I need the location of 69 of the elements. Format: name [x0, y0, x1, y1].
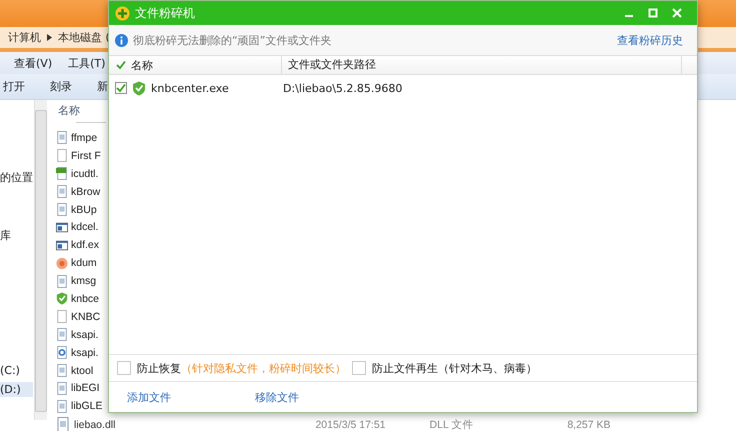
file-name[interactable]: kdf.ex [71, 239, 100, 252]
file-size: 8,257 KB [567, 418, 611, 430]
data-file-icon [56, 167, 68, 180]
select-all-checkbox[interactable] [115, 59, 127, 71]
file-name[interactable]: icudtl. [71, 168, 98, 180]
blank-file-icon [56, 310, 68, 324]
info-text: 彻底粉碎无法删除的“顽固”文件或文件夹 [133, 32, 332, 48]
file-name[interactable]: libGLE [71, 400, 103, 412]
file-name[interactable]: KNBC [71, 310, 100, 323]
column-header[interactable]: 文件或文件夹路径 [282, 56, 682, 74]
document-icon [56, 328, 68, 342]
minimize-icon [625, 15, 633, 17]
file-name[interactable]: ksapi. [71, 346, 98, 359]
action-link[interactable]: 添加文件 [127, 390, 171, 404]
row-checkbox[interactable] [115, 82, 127, 94]
option-checkbox[interactable] [117, 361, 131, 375]
nav-item[interactable]: (D:) [0, 382, 33, 397]
toolbar-button[interactable]: 新 [95, 79, 141, 94]
file-name[interactable]: knbce [71, 292, 100, 305]
file-name[interactable]: kBrow [71, 186, 100, 198]
blank-file-icon [56, 149, 68, 162]
disc-icon [56, 256, 68, 270]
file-name[interactable]: kdcel. [71, 221, 98, 234]
file-date: 2015/3/5 17:51 [315, 418, 386, 430]
nav-item[interactable]: (C:) [0, 363, 20, 378]
document-icon [56, 131, 68, 144]
breadcrumb-item[interactable]: 计算机 [8, 30, 41, 45]
file-name[interactable]: ffmpe [71, 132, 98, 144]
file-name[interactable]: kBUp [71, 204, 97, 216]
document-icon [56, 203, 68, 216]
shredder-logo-icon [115, 6, 130, 20]
option-label: 防止恢复（针对隐私文件，粉碎时间较长） [137, 360, 346, 376]
file-name: knbcenter.exe [151, 82, 229, 94]
file-name[interactable]: ktool [71, 364, 94, 377]
document-icon [56, 400, 68, 413]
column-header[interactable]: 名称 [109, 56, 282, 74]
chevron-right-icon [47, 34, 52, 41]
option-checkbox[interactable] [352, 361, 366, 375]
shield-icon [56, 292, 68, 306]
info-icon [115, 34, 128, 46]
file-type: DLL 文件 [430, 418, 474, 431]
history-link[interactable]: 查看粉碎历史 [617, 32, 683, 48]
action-link[interactable]: 移除文件 [255, 390, 299, 404]
maximize-icon [648, 8, 658, 18]
document-icon [56, 382, 68, 395]
file-name[interactable]: kmsg [71, 275, 96, 288]
document-icon [56, 185, 68, 198]
menu-item[interactable]: 查看(V) [14, 56, 52, 70]
option-label: 防止文件再生（针对木马、病毒） [372, 360, 537, 376]
toolbar-button[interactable]: 刻录 [48, 79, 94, 94]
nav-item[interactable]: 库 [0, 227, 11, 244]
file-name[interactable]: First F [71, 150, 101, 162]
window-icon [56, 220, 68, 234]
nav-item[interactable]: 的位置 [0, 169, 33, 186]
window-title: 文件粉碎机 [135, 4, 195, 22]
column-header[interactable]: 名称 [56, 100, 108, 120]
menu-item[interactable]: 工具(T) [68, 56, 106, 70]
file-path: D:\liebao\5.2.85.9680 [282, 82, 402, 94]
file-row[interactable]: liebao.dll 2015/3/5 17:51 DLL 文件 8,257 KB [56, 417, 611, 431]
close-icon [672, 8, 682, 18]
window-icon [56, 238, 68, 252]
toolbar-button[interactable]: 打开 [1, 79, 47, 94]
file-name[interactable]: libEGI [71, 382, 100, 394]
document-icon [56, 364, 68, 378]
file-name[interactable]: kdum [71, 257, 97, 270]
file-name[interactable]: ksapi. [71, 328, 98, 341]
shield-icon [132, 80, 146, 96]
document-icon [56, 274, 68, 288]
file-name: liebao.dll [74, 418, 116, 430]
